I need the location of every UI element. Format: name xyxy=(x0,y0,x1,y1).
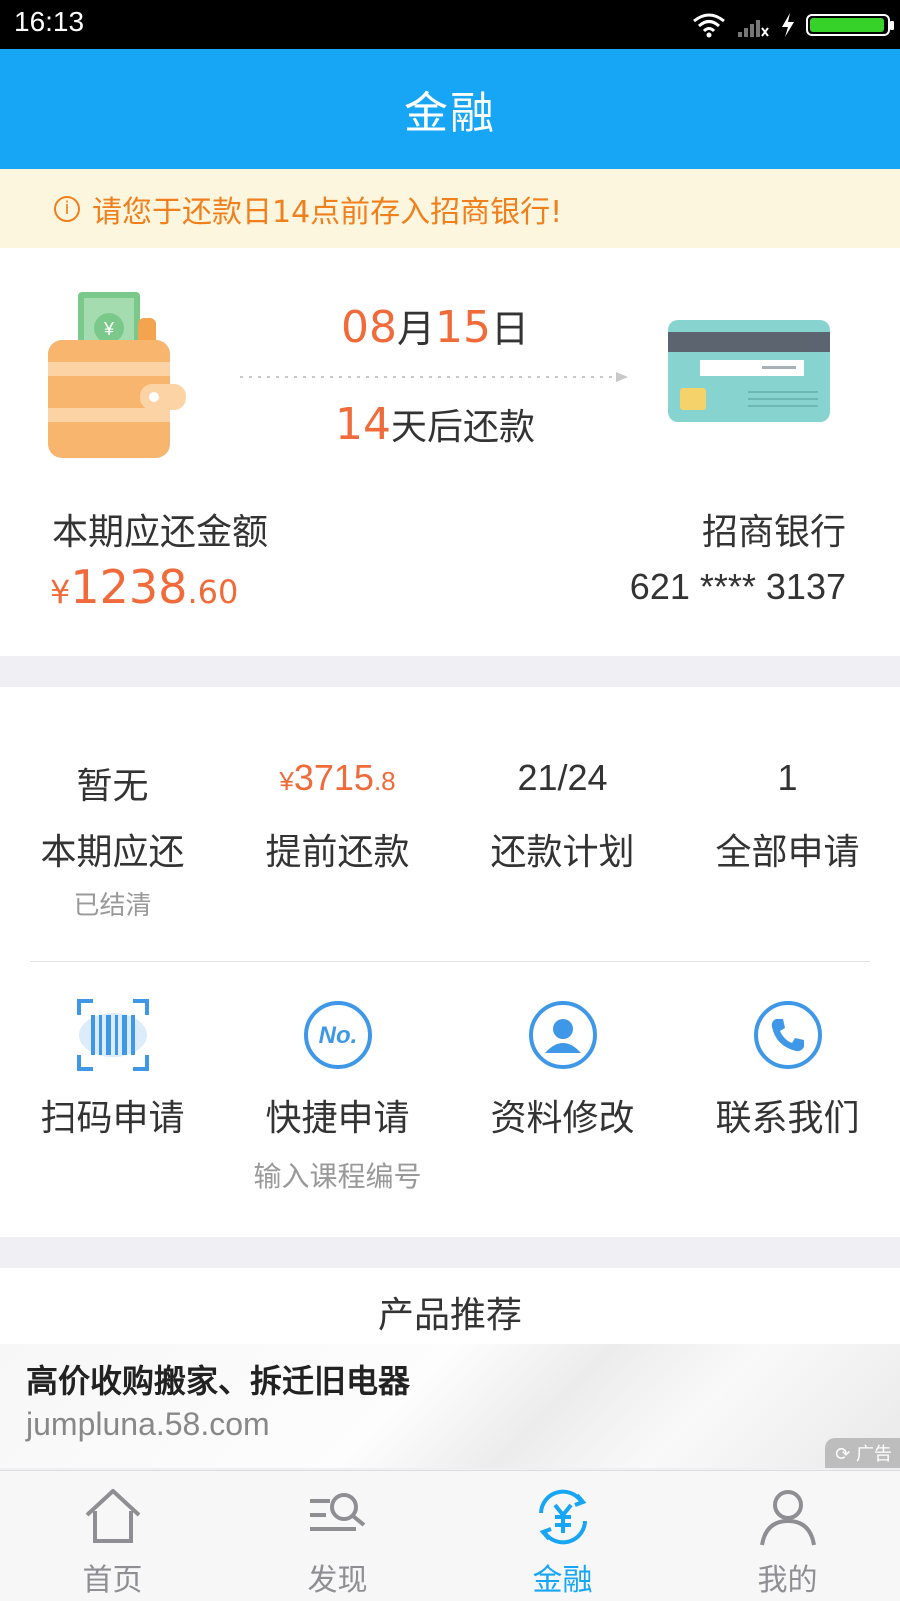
status-time: 16:13 xyxy=(14,6,85,37)
tab-home[interactable]: 首页 xyxy=(0,1471,225,1601)
stat-label: 全部申请 xyxy=(715,832,860,873)
action-label: 扫码申请 xyxy=(40,1098,185,1139)
days-left-number: 14 xyxy=(334,399,391,450)
days-left-text: 天后还款 xyxy=(390,407,535,448)
stat-label: 本期应还 xyxy=(40,832,185,873)
bank-card-icon xyxy=(668,320,830,422)
finance-icon xyxy=(538,1489,587,1545)
action-sub: 输入课程编号 xyxy=(253,1160,422,1193)
ad-badge-text: 广告 xyxy=(856,1444,892,1465)
status-icons xyxy=(692,10,894,40)
wallet-icon: ¥ xyxy=(48,292,186,458)
divider xyxy=(30,961,870,962)
stat-label: 提前还款 xyxy=(265,832,410,873)
page-title: 金融 xyxy=(404,88,496,139)
repayment-month: 08 xyxy=(340,302,397,353)
stat-value: 暂无 xyxy=(76,765,149,806)
stat-sub: 已结清 xyxy=(73,891,152,921)
due-amount-label: 本期应还金额 xyxy=(52,512,269,553)
tab-profile[interactable]: 我的 xyxy=(675,1471,900,1601)
due-amount-integer: 1238 xyxy=(70,560,188,614)
stat-value: 1 xyxy=(777,757,798,798)
bank-name: 招商银行 xyxy=(701,512,846,553)
repayment-card[interactable]: ¥ 08月15日 14天后还款 本期应还金额 ¥1238.60 招商银行 621… xyxy=(0,248,900,656)
battery-icon xyxy=(806,14,894,36)
ad-title: 高价收购搬家、拆迁旧电器 xyxy=(26,1362,411,1400)
stat-early-repayment[interactable]: ¥3715.8 提前还款 xyxy=(225,757,450,922)
charging-icon xyxy=(782,13,794,37)
quick-apply-button[interactable]: No. 快捷申请 输入课程编号 xyxy=(225,999,450,1195)
action-label: 联系我们 xyxy=(715,1098,860,1139)
tab-label: 发现 xyxy=(307,1563,368,1598)
repayment-day: 15 xyxy=(435,302,491,353)
repayment-date: 08月15日 xyxy=(240,298,630,353)
tab-label: 首页 xyxy=(82,1563,143,1598)
barcode-scan-icon xyxy=(76,999,149,1071)
product-recommendations: 产品推荐 高价收购搬家、拆迁旧电器 jumpluna.58.com ⟳ 广告 xyxy=(0,1268,900,1468)
due-amount: ¥1238.60 xyxy=(50,560,238,614)
info-icon: i xyxy=(54,195,80,222)
month-unit: 月 xyxy=(396,307,435,351)
section-heading: 产品推荐 xyxy=(377,1295,522,1336)
status-bar: 16:13 xyxy=(0,0,900,49)
ad-badge: ⟳ 广告 xyxy=(825,1438,900,1468)
wifi-icon xyxy=(693,13,725,38)
number-icon-text: No. xyxy=(318,1022,357,1049)
notice-banner: i 请您于还款日14点前存入招商银行! xyxy=(0,169,900,248)
tab-discover[interactable]: 发现 xyxy=(225,1471,450,1601)
discover-icon xyxy=(309,1493,365,1531)
action-label: 快捷申请 xyxy=(265,1098,410,1139)
stat-value-decimal: .8 xyxy=(373,766,396,796)
user-icon xyxy=(528,1001,597,1069)
ad-url: jumpluna.58.com xyxy=(26,1406,270,1442)
finance-panel: 暂无 本期应还 已结清 ¥3715.8 提前还款 21/24 还款计划 1 全部… xyxy=(0,687,900,1237)
title-bar: 金融 xyxy=(0,49,900,169)
signal-icon xyxy=(738,20,769,37)
svg-text:¥: ¥ xyxy=(103,319,115,339)
stat-repayment-plan[interactable]: 21/24 还款计划 xyxy=(450,757,675,922)
stats-row: 暂无 本期应还 已结清 ¥3715.8 提前还款 21/24 还款计划 1 全部… xyxy=(0,757,900,922)
stat-value-integer: 3715 xyxy=(293,757,374,798)
actions-row: 扫码申请 No. 快捷申请 输入课程编号 资料修改 联系我们 xyxy=(0,999,900,1195)
contact-us-button[interactable]: 联系我们 xyxy=(675,999,900,1195)
home-icon xyxy=(85,1489,140,1543)
notice-text: 请您于还款日14点前存入招商银行! xyxy=(92,194,563,230)
profile-icon xyxy=(759,1490,816,1546)
stat-value: 21/24 xyxy=(517,757,608,798)
due-amount-decimal: .60 xyxy=(187,573,239,611)
scan-apply-button[interactable]: 扫码申请 xyxy=(0,999,225,1195)
ad-banner[interactable]: 高价收购搬家、拆迁旧电器 jumpluna.58.com ⟳ 广告 xyxy=(0,1344,900,1468)
days-remaining: 14天后还款 xyxy=(240,398,630,450)
dotted-arrow xyxy=(240,372,628,382)
tab-label: 我的 xyxy=(757,1563,818,1598)
bottom-tab-bar: 首页 发现 金融 我的 xyxy=(0,1470,900,1601)
due-currency: ¥ xyxy=(50,573,71,611)
stat-label: 还款计划 xyxy=(490,832,635,873)
edit-profile-button[interactable]: 资料修改 xyxy=(450,999,675,1195)
action-label: 资料修改 xyxy=(490,1098,635,1139)
tab-finance[interactable]: 金融 xyxy=(450,1471,675,1601)
bank-card-number: 621 **** 3137 xyxy=(629,566,846,607)
phone-icon xyxy=(753,1001,822,1069)
tab-label: 金融 xyxy=(532,1563,593,1598)
stat-current-due[interactable]: 暂无 本期应还 已结清 xyxy=(0,757,225,922)
stat-value: ¥3715.8 xyxy=(225,757,450,801)
number-icon: No. xyxy=(303,1001,372,1069)
stat-all-applications[interactable]: 1 全部申请 xyxy=(675,757,900,922)
day-unit: 日 xyxy=(491,307,530,351)
stat-value-currency: ¥ xyxy=(279,766,294,796)
